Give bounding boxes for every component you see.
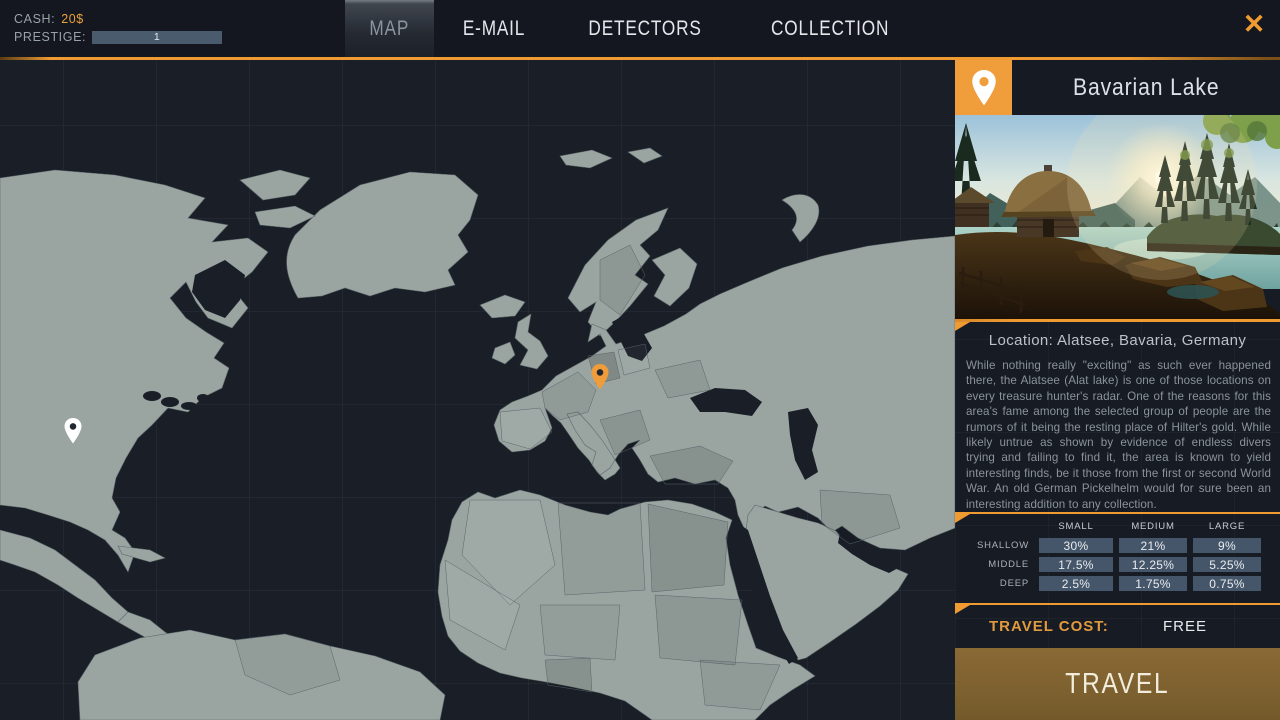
travel-cost-label: TRAVEL COST: [989,618,1109,635]
region-iceland [480,295,525,318]
cash-value: 20$ [61,12,84,26]
top-bar: CASH: 20$ PRESTIGE: 1 MAP E-MAIL DETECTO… [0,0,1280,57]
odds-col-large: LARGE [1193,521,1261,532]
location-description: While nothing really "exciting" as such … [966,358,1271,512]
main-nav: MAP E-MAIL DETECTORS COLLECTION [345,0,924,57]
page-title: Bavarian Lake [1012,60,1280,115]
location-panel-header: Bavarian Lake [955,60,1280,115]
region-finland [652,248,697,306]
travel-button[interactable]: TRAVEL [955,648,1280,720]
hud-stats: CASH: 20$ PRESTIGE: 1 [14,11,222,45]
world-map[interactable] [0,60,955,720]
cash-label: CASH: [14,12,55,26]
odds-row-middle: MIDDLE [961,559,1033,570]
find-odds-table: SMALL MEDIUM LARGE SHALLOW 30% 21% 9% MI… [955,512,1280,605]
odds-cell-deep-medium: 1.75% [1119,576,1187,591]
tab-map[interactable]: MAP [345,0,434,57]
prestige-value: 1 [154,31,160,43]
travel-cost-value: FREE [1163,618,1280,635]
odds-cell-shallow-small: 30% [1039,538,1113,553]
tab-collection[interactable]: COLLECTION [736,0,924,57]
prestige-label: PRESTIGE: [14,30,86,44]
photo-divider [955,319,1280,322]
odds-col-small: SMALL [1039,521,1113,532]
odds-cell-middle-large: 5.25% [1193,557,1261,572]
odds-row-shallow: SHALLOW [961,540,1033,551]
prestige-row: PRESTIGE: 1 [14,29,222,45]
travel-cost-row: TRAVEL COST: FREE [955,605,1280,648]
location-pin-icon [971,70,997,106]
continent-north-america [0,170,268,572]
odds-cell-shallow-medium: 21% [1119,538,1187,553]
close-icon[interactable]: ✕ [1236,6,1272,42]
region-uk [515,314,548,369]
location-line: Location: Alatsee, Bavaria, Germany [955,332,1280,349]
prestige-progress-bar: 1 [92,31,222,44]
region-greenland [287,172,478,298]
odds-cell-shallow-large: 9% [1193,538,1261,553]
map-pin-us-east-coast[interactable] [64,418,82,449]
odds-cell-deep-small: 2.5% [1039,576,1113,591]
odds-row-deep: DEEP [961,578,1033,589]
location-photo [955,115,1280,319]
location-panel: Bavarian Lake [955,60,1280,720]
odds-cell-middle-medium: 12.25% [1119,557,1187,572]
tab-detectors[interactable]: DETECTORS [554,0,736,57]
region-ireland [492,342,515,364]
odds-col-medium: MEDIUM [1119,521,1187,532]
cash-row: CASH: 20$ [14,11,222,27]
world-map-svg [0,60,955,720]
content-row: Bavarian Lake [0,60,1280,720]
location-pin-badge [955,60,1012,115]
odds-cell-middle-small: 17.5% [1039,557,1113,572]
tab-email[interactable]: E-MAIL [434,0,554,57]
map-pin-bavarian-lake[interactable] [591,364,609,395]
game-screen: CASH: 20$ PRESTIGE: 1 MAP E-MAIL DETECTO… [0,0,1280,720]
odds-cell-deep-large: 0.75% [1193,576,1261,591]
accent-divider [0,57,1280,60]
